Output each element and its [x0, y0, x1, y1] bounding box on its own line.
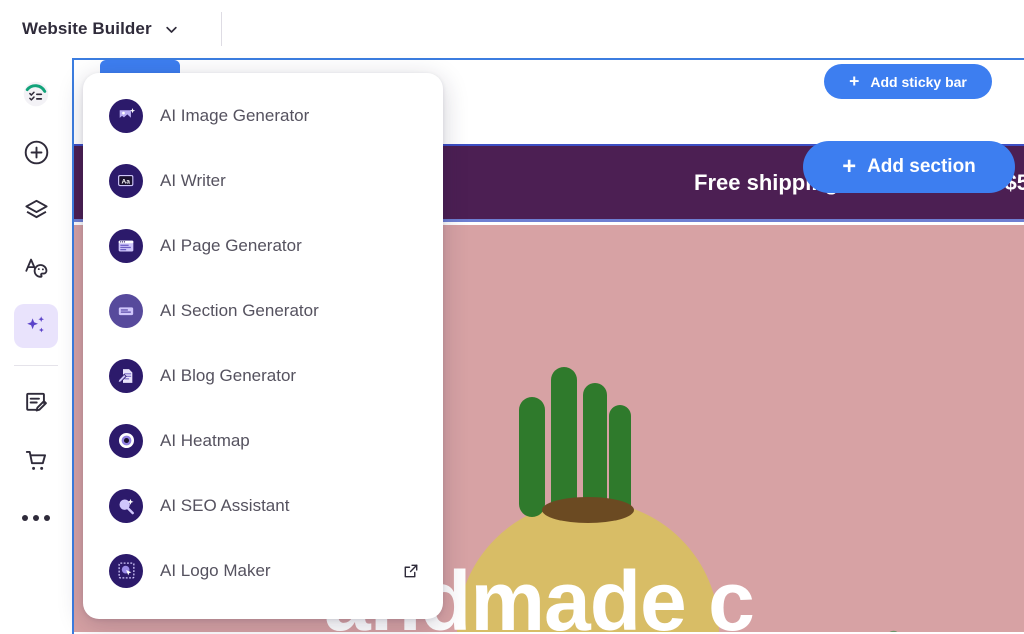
ai-tools-menu: AI Image Generator Aa AI Writer AI Page … — [83, 73, 443, 619]
ai-section-icon — [109, 293, 143, 328]
toolbar-divider — [221, 12, 222, 46]
menu-item-ai-image-generator[interactable]: AI Image Generator — [83, 83, 443, 148]
top-bar: Website Builder — [0, 0, 1024, 58]
sidebar-item-ai-tools[interactable] — [14, 304, 58, 348]
sidebar-item-layers[interactable] — [14, 188, 58, 232]
sidebar-item-theme-design[interactable] — [14, 246, 58, 290]
plus-icon: + — [842, 153, 857, 181]
ai-heatmap-icon — [109, 423, 143, 458]
font-palette-icon — [25, 258, 48, 278]
menu-item-label: AI Image Generator — [160, 105, 310, 125]
ai-logo-icon — [109, 553, 143, 588]
checklist-progress-icon — [23, 81, 49, 107]
sidebar-item-store[interactable] — [14, 438, 58, 482]
menu-item-label: AI Heatmap — [160, 430, 250, 450]
sidebar-divider — [14, 365, 58, 366]
ai-page-icon — [109, 228, 143, 263]
add-sticky-bar-label: Add sticky bar — [870, 73, 967, 90]
ai-image-icon — [109, 98, 143, 133]
menu-item-ai-page-generator[interactable]: AI Page Generator — [83, 213, 443, 278]
ai-writer-icon: Aa — [109, 163, 143, 198]
sidebar-item-more[interactable] — [14, 496, 58, 540]
add-section-label: Add section — [867, 156, 976, 177]
sparkles-icon — [27, 316, 44, 333]
sidebar-item-add-element[interactable] — [14, 130, 58, 174]
shopping-cart-icon — [25, 450, 46, 470]
menu-item-ai-seo-assistant[interactable]: AI SEO Assistant — [83, 473, 443, 538]
plus-circle-icon — [24, 140, 48, 164]
menu-item-label: AI Logo Maker — [160, 560, 271, 580]
ellipsis-icon — [22, 515, 50, 521]
menu-item-ai-blog-generator[interactable]: AI Blog Generator — [83, 343, 443, 408]
menu-item-ai-logo-maker[interactable]: AI Logo Maker — [83, 538, 443, 603]
add-sticky-bar-button[interactable]: + Add sticky bar — [824, 64, 992, 99]
menu-item-ai-heatmap[interactable]: AI Heatmap — [83, 408, 443, 473]
menu-item-label: AI Writer — [160, 170, 226, 190]
menu-item-ai-section-generator[interactable]: AI Section Generator — [83, 278, 443, 343]
page-title: Website Builder — [22, 19, 152, 38]
svg-text:Aa: Aa — [121, 178, 130, 185]
sidebar-item-setup-checklist[interactable] — [14, 72, 58, 116]
ai-seo-icon — [109, 488, 143, 523]
chevron-down-icon[interactable] — [163, 20, 181, 38]
sidebar-item-blog[interactable] — [14, 380, 58, 424]
layers-icon — [24, 199, 48, 218]
external-link-icon[interactable] — [401, 561, 421, 581]
plus-icon: + — [849, 70, 860, 91]
ai-blog-icon — [109, 358, 143, 393]
menu-item-label: AI Section Generator — [160, 300, 319, 320]
website-builder-app: Website Builder andmade c Free shipping … — [0, 0, 1024, 634]
menu-item-label: AI Page Generator — [160, 235, 302, 255]
menu-item-label: AI Blog Generator — [160, 365, 297, 385]
document-edit-icon — [25, 392, 47, 411]
menu-item-label: AI SEO Assistant — [160, 495, 290, 515]
left-sidebar — [0, 58, 72, 634]
menu-item-ai-writer[interactable]: Aa AI Writer — [83, 148, 443, 213]
add-section-button[interactable]: + Add section — [803, 141, 1015, 193]
